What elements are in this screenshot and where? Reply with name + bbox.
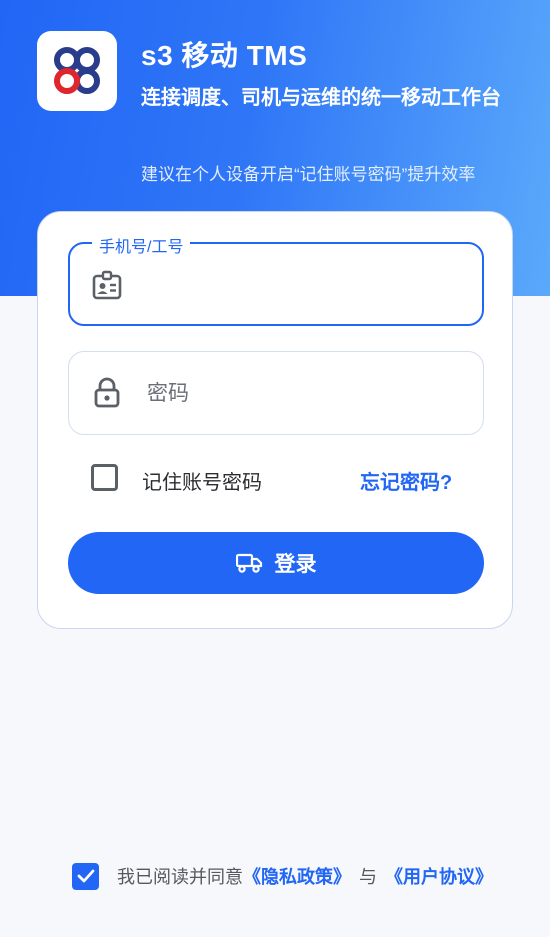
app-hint: 建议在个人设备开启“记住账号密码”提升效率 — [141, 165, 476, 184]
phone-field-label: 手机号/工号 — [92, 233, 191, 257]
truck-icon — [235, 553, 262, 573]
remember-checkbox[interactable] — [91, 464, 118, 491]
id-badge-icon — [92, 270, 122, 300]
lock-icon — [94, 377, 120, 408]
privacy-policy-link[interactable]: 《隐私政策》 — [243, 863, 351, 889]
remember-label[interactable]: 记住账号密码 — [142, 466, 262, 495]
login-card: 手机号/工号 记住账号密码 忘记密码? 登录 — [37, 211, 513, 629]
agreement-row: 我已阅读并同意 《隐私政策》 与 《用户协议》 — [72, 862, 493, 890]
app-logo-icon — [54, 47, 100, 94]
password-input[interactable] — [147, 372, 467, 416]
user-agreement-link[interactable]: 《用户协议》 — [385, 863, 493, 889]
password-field[interactable] — [68, 351, 484, 435]
phone-input[interactable] — [148, 264, 468, 308]
app-subtitle: 连接调度、司机与运维的统一移动工作台 — [141, 87, 501, 109]
checkmark-icon — [77, 869, 94, 883]
forgot-password-link[interactable]: 忘记密码? — [360, 466, 452, 495]
agreement-separator: 与 — [359, 867, 377, 887]
agreement-checkbox[interactable] — [72, 862, 99, 890]
app-logo — [37, 31, 117, 111]
login-button[interactable]: 登录 — [68, 532, 484, 594]
phone-field[interactable]: 手机号/工号 — [68, 233, 484, 326]
agreement-text: 我已阅读并同意 — [117, 867, 243, 887]
app-title: s3 移动 TMS — [141, 40, 308, 71]
login-button-label: 登录 — [274, 553, 317, 576]
